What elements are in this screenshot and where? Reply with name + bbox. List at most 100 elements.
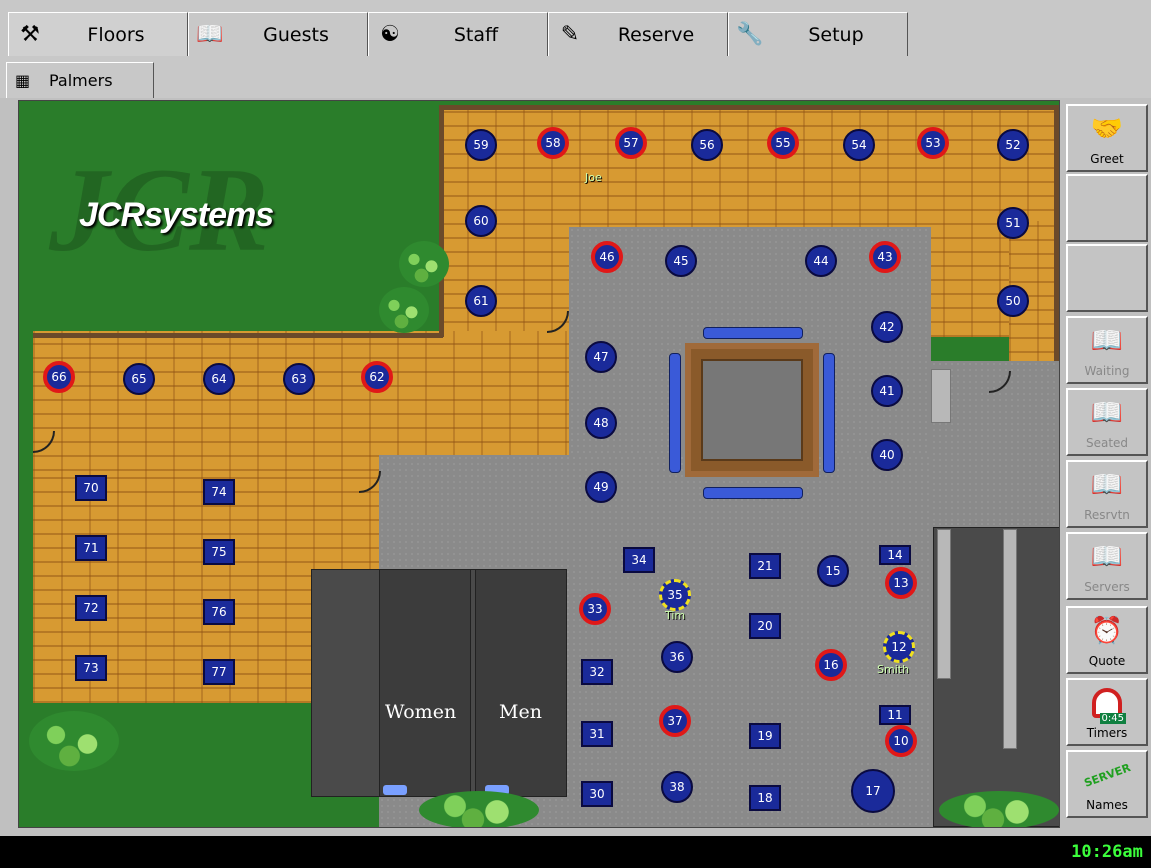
table-36[interactable]: 36 <box>661 641 693 673</box>
table-13[interactable]: 13 <box>885 567 917 599</box>
reservation-button[interactable]: 📖 Resrvtn <box>1066 460 1148 528</box>
rail-inner <box>439 105 444 337</box>
blank-button-1[interactable] <box>1066 174 1148 242</box>
table-55[interactable]: 55 <box>767 127 799 159</box>
table-46[interactable]: 46 <box>591 241 623 273</box>
tab-palmers[interactable]: ▦ Palmers <box>6 62 154 98</box>
table-74[interactable]: 74 <box>193 479 247 505</box>
greet-button[interactable]: 🤝 Greet <box>1066 104 1148 172</box>
table-47[interactable]: 47 <box>585 341 617 373</box>
table-65[interactable]: 65 <box>123 363 155 395</box>
table-76[interactable]: 76 <box>193 599 247 625</box>
table-61[interactable]: 61 <box>465 285 497 317</box>
table-57[interactable]: 57 <box>615 127 647 159</box>
table-21[interactable]: 21 <box>739 553 793 579</box>
table-64[interactable]: 64 <box>203 363 235 395</box>
table-63[interactable]: 63 <box>283 363 315 395</box>
alarm-clock-icon: ⏰ <box>1090 616 1124 646</box>
blank-button-2[interactable] <box>1066 244 1148 312</box>
table-11[interactable]: 11 <box>869 705 923 729</box>
table-18[interactable]: 18 <box>739 785 793 811</box>
server-names-icon: SERVER <box>1082 760 1132 790</box>
servers-button[interactable]: 📖 Servers <box>1066 532 1148 600</box>
table-42[interactable]: 42 <box>871 311 903 343</box>
waiter-icon: ☯ <box>380 22 400 47</box>
wrench-icon: 🔧 <box>736 22 764 47</box>
table-38[interactable]: 38 <box>661 771 693 803</box>
seated-button[interactable]: 📖 Seated <box>1066 388 1148 456</box>
table-48[interactable]: 48 <box>585 407 617 439</box>
action-panel: 🤝 Greet 📖 Waiting 📖 Seated 📖 Resrvtn 📖 S… <box>1066 100 1148 828</box>
server-tag-smith: Smith <box>877 663 910 676</box>
table-58[interactable]: 58 <box>537 127 569 159</box>
table-41[interactable]: 41 <box>871 375 903 407</box>
book-icon: 📖 <box>196 22 224 47</box>
table-32[interactable]: 32 <box>571 659 625 685</box>
table-33[interactable]: 33 <box>579 593 611 625</box>
fountain-bench-west <box>669 353 681 473</box>
rail-north <box>439 105 1059 110</box>
table-31[interactable]: 31 <box>571 721 625 747</box>
table-12[interactable]: 12 <box>883 631 915 663</box>
table-43[interactable]: 43 <box>869 241 901 273</box>
tab-floors[interactable]: ⚒ Floors <box>8 12 188 56</box>
table-15[interactable]: 15 <box>817 555 849 587</box>
table-66[interactable]: 66 <box>43 361 75 393</box>
status-bar: 10:26am <box>0 836 1151 868</box>
table-70[interactable]: 70 <box>65 475 119 501</box>
main-tab-bar: ⚒ Floors 📖 Guests ☯ Staff ✎ Reserve 🔧 Se… <box>0 0 1151 58</box>
central-fountain <box>685 343 819 477</box>
table-35[interactable]: 35 <box>659 579 691 611</box>
clock: 10:26am <box>1071 842 1143 862</box>
table-10[interactable]: 10 <box>885 725 917 757</box>
anvil-icon: ⚒ <box>20 22 40 47</box>
table-20[interactable]: 20 <box>739 613 793 639</box>
names-button[interactable]: SERVER Names <box>1066 750 1148 818</box>
table-34[interactable]: 34 <box>613 547 667 573</box>
fountain-bench-south <box>703 487 803 499</box>
tab-staff[interactable]: ☯ Staff <box>368 12 548 56</box>
table-56[interactable]: 56 <box>691 129 723 161</box>
table-71[interactable]: 71 <box>65 535 119 561</box>
counter-1 <box>937 529 951 679</box>
table-60[interactable]: 60 <box>465 205 497 237</box>
table-54[interactable]: 54 <box>843 129 875 161</box>
table-14[interactable]: 14 <box>869 545 923 569</box>
table-17[interactable]: 17 <box>851 769 895 813</box>
waiting-button[interactable]: 📖 Waiting <box>1066 316 1148 384</box>
book-icon: 📖 <box>1090 326 1124 356</box>
table-52[interactable]: 52 <box>997 129 1029 161</box>
palette-icon: ▦ <box>15 71 31 90</box>
table-16[interactable]: 16 <box>815 649 847 681</box>
mens-restroom <box>475 569 567 797</box>
table-19[interactable]: 19 <box>739 723 793 749</box>
rail-west <box>33 333 443 338</box>
table-37[interactable]: 37 <box>659 705 691 737</box>
table-75[interactable]: 75 <box>193 539 247 565</box>
quote-button[interactable]: ⏰ Quote <box>1066 606 1148 674</box>
tab-guests[interactable]: 📖 Guests <box>188 12 368 56</box>
table-73[interactable]: 73 <box>65 655 119 681</box>
tab-setup[interactable]: 🔧 Setup <box>728 12 908 56</box>
table-50[interactable]: 50 <box>997 285 1029 317</box>
table-51[interactable]: 51 <box>997 207 1029 239</box>
table-77[interactable]: 77 <box>193 659 247 685</box>
book-icon: 📖 <box>1090 470 1124 500</box>
men-label: Men <box>499 701 542 723</box>
counter-3 <box>931 369 951 423</box>
fountain-bench-north <box>703 327 803 339</box>
table-40[interactable]: 40 <box>871 439 903 471</box>
table-53[interactable]: 53 <box>917 127 949 159</box>
book-icon: 📖 <box>1090 398 1124 428</box>
table-72[interactable]: 72 <box>65 595 119 621</box>
table-49[interactable]: 49 <box>585 471 617 503</box>
patio-west-upper <box>33 331 573 471</box>
table-62[interactable]: 62 <box>361 361 393 393</box>
table-59[interactable]: 59 <box>465 129 497 161</box>
timers-button[interactable]: 0:45 Timers <box>1066 678 1148 746</box>
tab-reserve[interactable]: ✎ Reserve <box>548 12 728 56</box>
table-45[interactable]: 45 <box>665 245 697 277</box>
table-44[interactable]: 44 <box>805 245 837 277</box>
table-30[interactable]: 30 <box>571 781 625 807</box>
kitchen-corridor <box>933 527 1059 827</box>
